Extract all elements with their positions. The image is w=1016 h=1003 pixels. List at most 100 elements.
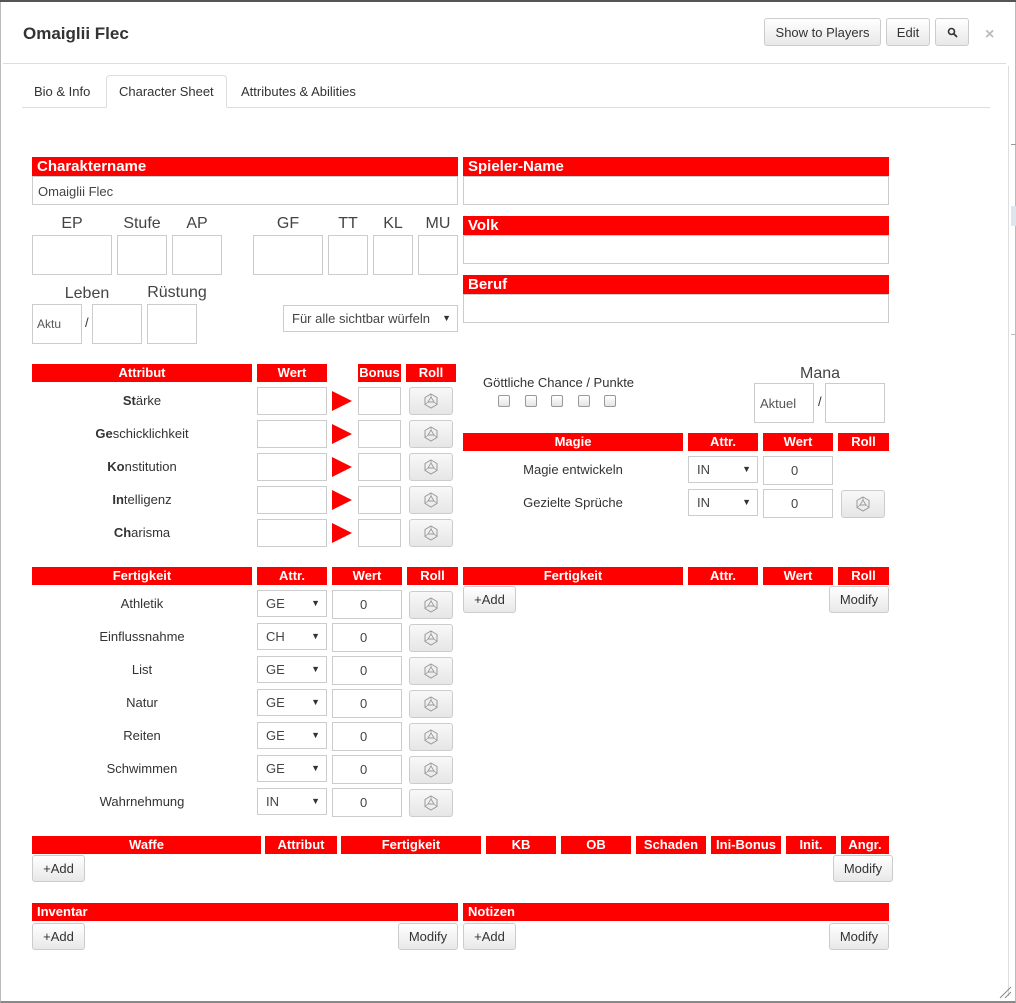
attribute-bonus-input[interactable] — [358, 453, 401, 481]
close-icon[interactable]: × — [985, 26, 994, 44]
skill-attr-select[interactable]: GE ▼ — [257, 755, 327, 782]
gf-input[interactable] — [253, 235, 323, 275]
inventar-add-button[interactable]: +Add — [32, 923, 85, 950]
arrow-right-icon — [332, 523, 352, 543]
magie-wert-input[interactable]: 0 — [763, 456, 833, 485]
skill-roll-button[interactable] — [409, 756, 453, 784]
skill-roll-button[interactable] — [409, 789, 453, 817]
attribute-wert-input[interactable] — [257, 420, 327, 448]
tab-bio-info[interactable]: Bio & Info — [22, 75, 102, 108]
goettliche-checkbox-1[interactable] — [498, 395, 510, 407]
tt-label: TT — [338, 215, 358, 232]
extra-skill-modify-button[interactable]: Modify — [829, 586, 889, 613]
beruf-input[interactable] — [463, 294, 889, 323]
magie-roll-button[interactable] — [841, 490, 885, 518]
attribute-label: Geschicklichkeit — [32, 426, 252, 441]
attribute-bonus-input[interactable] — [358, 387, 401, 415]
skill-wert-input[interactable]: 0 — [332, 755, 402, 784]
mana-max-input[interactable] — [825, 383, 885, 423]
kl-input[interactable] — [373, 235, 413, 275]
attribute-roll-button[interactable] — [409, 519, 453, 547]
weapon-header-2: Fertigkeit — [341, 836, 481, 854]
tab-character-sheet[interactable]: Character Sheet — [106, 75, 227, 108]
extra-roll-header: Roll — [838, 567, 889, 585]
chevron-down-icon: ▼ — [311, 763, 320, 773]
dice-icon — [423, 729, 439, 745]
skill-attr-select[interactable]: GE ▼ — [257, 689, 327, 716]
attribute-label: Konstitution — [32, 459, 252, 474]
magie-attr-select[interactable]: IN ▼ — [688, 456, 758, 483]
inventar-modify-button[interactable]: Modify — [398, 923, 458, 950]
goettliche-checkbox-4[interactable] — [578, 395, 590, 407]
leben-current-input[interactable]: Aktu — [32, 304, 82, 344]
search-button[interactable] — [935, 18, 969, 46]
skill-attr-select[interactable]: GE ▼ — [257, 656, 327, 683]
attribute-bonus-input[interactable] — [358, 420, 401, 448]
attribute-roll-button[interactable] — [409, 453, 453, 481]
skill-roll-button[interactable] — [409, 624, 453, 652]
notizen-add-button[interactable]: +Add — [463, 923, 516, 950]
skill-roll-button[interactable] — [409, 657, 453, 685]
resize-handle-icon[interactable] — [998, 985, 1012, 999]
stufe-input[interactable] — [117, 235, 167, 275]
skill-attr-select[interactable]: IN ▼ — [257, 788, 327, 815]
spieler-name-input[interactable] — [463, 176, 889, 205]
magie-name: Magie entwickeln — [523, 462, 623, 477]
skill-wert-input[interactable]: 0 — [332, 623, 402, 652]
skill-attr-select[interactable]: GE ▼ — [257, 722, 327, 749]
attribute-wert-input[interactable] — [257, 453, 327, 481]
tab-attributes-abilities[interactable]: Attributes & Abilities — [229, 75, 368, 108]
mu-input[interactable] — [418, 235, 458, 275]
ap-input[interactable] — [172, 235, 222, 275]
goettliche-checkbox-2[interactable] — [525, 395, 537, 407]
attribute-bonus-input[interactable] — [358, 519, 401, 547]
skill-attr-select[interactable]: CH ▼ — [257, 623, 327, 650]
skill-wert-input[interactable]: 0 — [332, 788, 402, 817]
ruestung-input[interactable] — [147, 304, 197, 344]
edit-button[interactable]: Edit — [886, 18, 930, 46]
skill-roll-button[interactable] — [409, 723, 453, 751]
attribute-bonus-input[interactable] — [358, 486, 401, 514]
charaktername-input[interactable]: Omaiglii Flec — [32, 176, 458, 205]
extra-fertigkeit-header: Fertigkeit — [463, 567, 683, 585]
dice-icon — [423, 393, 439, 409]
leben-slash: / — [85, 315, 89, 330]
notizen-modify-button[interactable]: Modify — [829, 923, 889, 950]
skill-wert-input[interactable]: 0 — [332, 590, 402, 619]
ep-input[interactable] — [32, 235, 112, 275]
mana-slash: / — [818, 394, 822, 409]
magie-wert-input[interactable]: 0 — [763, 489, 833, 518]
dice-icon — [423, 492, 439, 508]
extra-skill-add-button[interactable]: +Add — [463, 586, 516, 613]
goettliche-checkbox-5[interactable] — [604, 395, 616, 407]
mana-current-input[interactable]: Aktuel — [754, 383, 814, 423]
skill-attr-select[interactable]: GE ▼ — [257, 590, 327, 617]
dice-icon — [423, 459, 439, 475]
magie-attr-select[interactable]: IN ▼ — [688, 489, 758, 516]
bonus-header: Bonus — [358, 364, 401, 382]
magie-header: Magie — [463, 433, 683, 451]
weapon-modify-button[interactable]: Modify — [833, 855, 893, 882]
tt-input[interactable] — [328, 235, 368, 275]
skill-attr-select-value: GE — [266, 662, 285, 677]
attribute-roll-button[interactable] — [409, 387, 453, 415]
attribute-roll-button[interactable] — [409, 486, 453, 514]
attribute-roll-button[interactable] — [409, 420, 453, 448]
leben-max-input[interactable] — [92, 304, 142, 344]
roll-mode-select[interactable]: Für alle sichtbar würfeln ▼ — [283, 305, 458, 332]
volk-input[interactable] — [463, 235, 889, 264]
roll-mode-value: Für alle sichtbar würfeln — [292, 311, 430, 326]
attribute-wert-input[interactable] — [257, 486, 327, 514]
volk-label: Volk — [463, 216, 889, 235]
attribute-label-rest: schicklichkeit — [112, 426, 189, 441]
skill-wert-input[interactable]: 0 — [332, 722, 402, 751]
skill-roll-button[interactable] — [409, 591, 453, 619]
attribute-wert-input[interactable] — [257, 387, 327, 415]
skill-wert-input[interactable]: 0 — [332, 689, 402, 718]
show-to-players-button[interactable]: Show to Players — [764, 18, 881, 46]
weapon-add-button[interactable]: +Add — [32, 855, 85, 882]
goettliche-checkbox-3[interactable] — [551, 395, 563, 407]
attribute-wert-input[interactable] — [257, 519, 327, 547]
skill-roll-button[interactable] — [409, 690, 453, 718]
skill-wert-input[interactable]: 0 — [332, 656, 402, 685]
